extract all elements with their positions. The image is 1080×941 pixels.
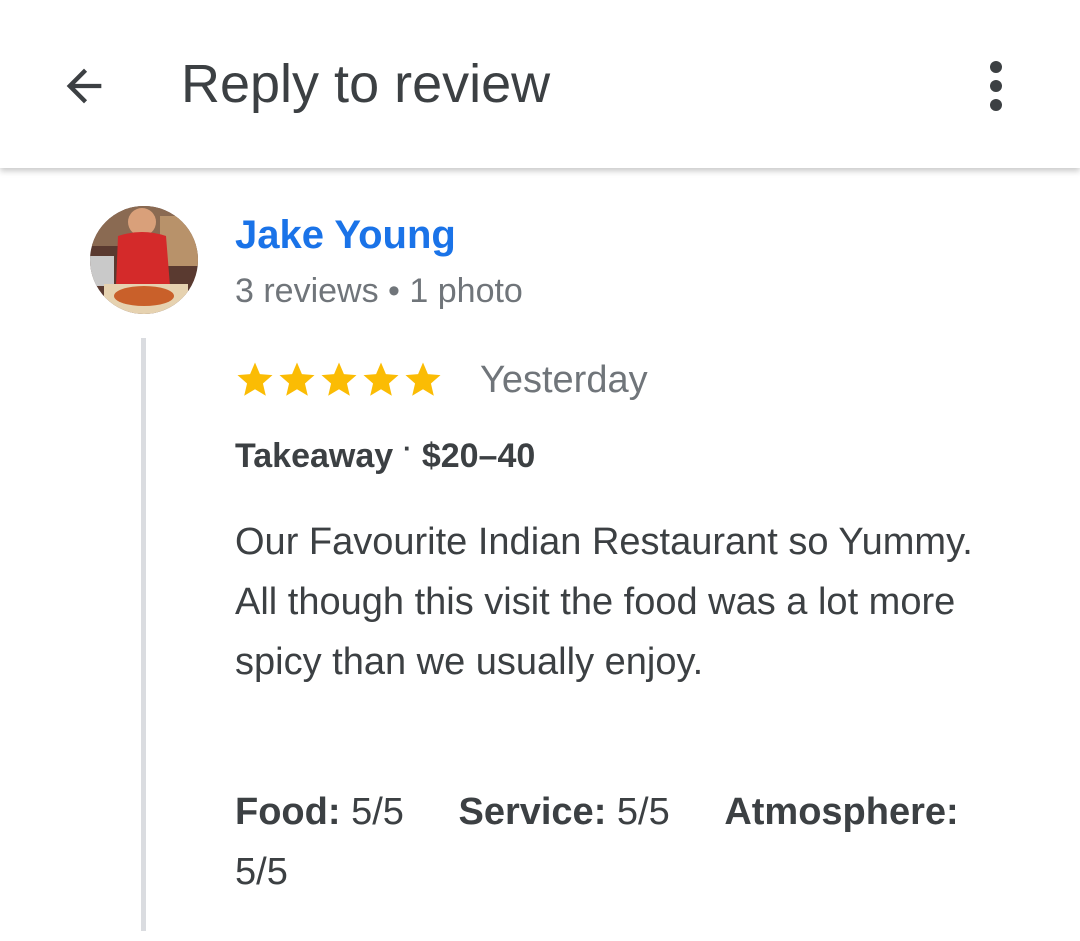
review-paragraph: All though this visit the food was a lot… [235, 581, 956, 683]
separator-dot: · [403, 433, 412, 463]
star-rating [234, 358, 444, 402]
service-info: Takeaway · $20–40 [235, 433, 536, 480]
reviewer-meta: 3 reviews • 1 photo [235, 272, 523, 310]
rating-food: Food: 5/5 [235, 791, 404, 833]
page-title: Reply to review [181, 54, 551, 114]
service-type: Takeaway [235, 437, 394, 475]
avatar[interactable] [90, 206, 198, 314]
price-range: $20–40 [421, 437, 536, 475]
more-options-button[interactable] [960, 50, 1032, 122]
review-text: Our Favourite Indian Restaurant so Yummy… [235, 512, 1025, 692]
review-content: Jake Young 3 reviews • 1 photo Yesterday… [0, 168, 1080, 941]
star-icon [237, 362, 273, 396]
rating-service: Service: 5/5 [458, 791, 669, 833]
star-icon [405, 362, 441, 396]
star-icon [321, 362, 357, 396]
arrow-back-icon [66, 68, 102, 104]
review-date: Yesterday [480, 359, 648, 401]
rating-label: Atmosphere: [724, 791, 959, 833]
rating-label: Food: [235, 791, 341, 833]
review-paragraph: Our Favourite Indian Restaurant so Yummy… [235, 521, 973, 563]
reviewer-name[interactable]: Jake Young [235, 210, 456, 260]
rating-value: 5/5 [616, 791, 670, 833]
rating-value: 5/5 [351, 791, 404, 833]
app-bar: Reply to review [0, 0, 1080, 168]
back-button[interactable] [48, 50, 120, 122]
thread-line [141, 338, 146, 931]
star-icon [279, 362, 315, 396]
avatar-photo [90, 206, 198, 314]
sub-ratings: Food: 5/5 Service: 5/5 Atmosphere: 5/5 [235, 782, 1025, 902]
rating-label: Service: [458, 791, 607, 833]
star-icon [363, 362, 399, 396]
rating-value: 5/5 [235, 851, 288, 893]
more-vert-icon [990, 61, 1002, 111]
